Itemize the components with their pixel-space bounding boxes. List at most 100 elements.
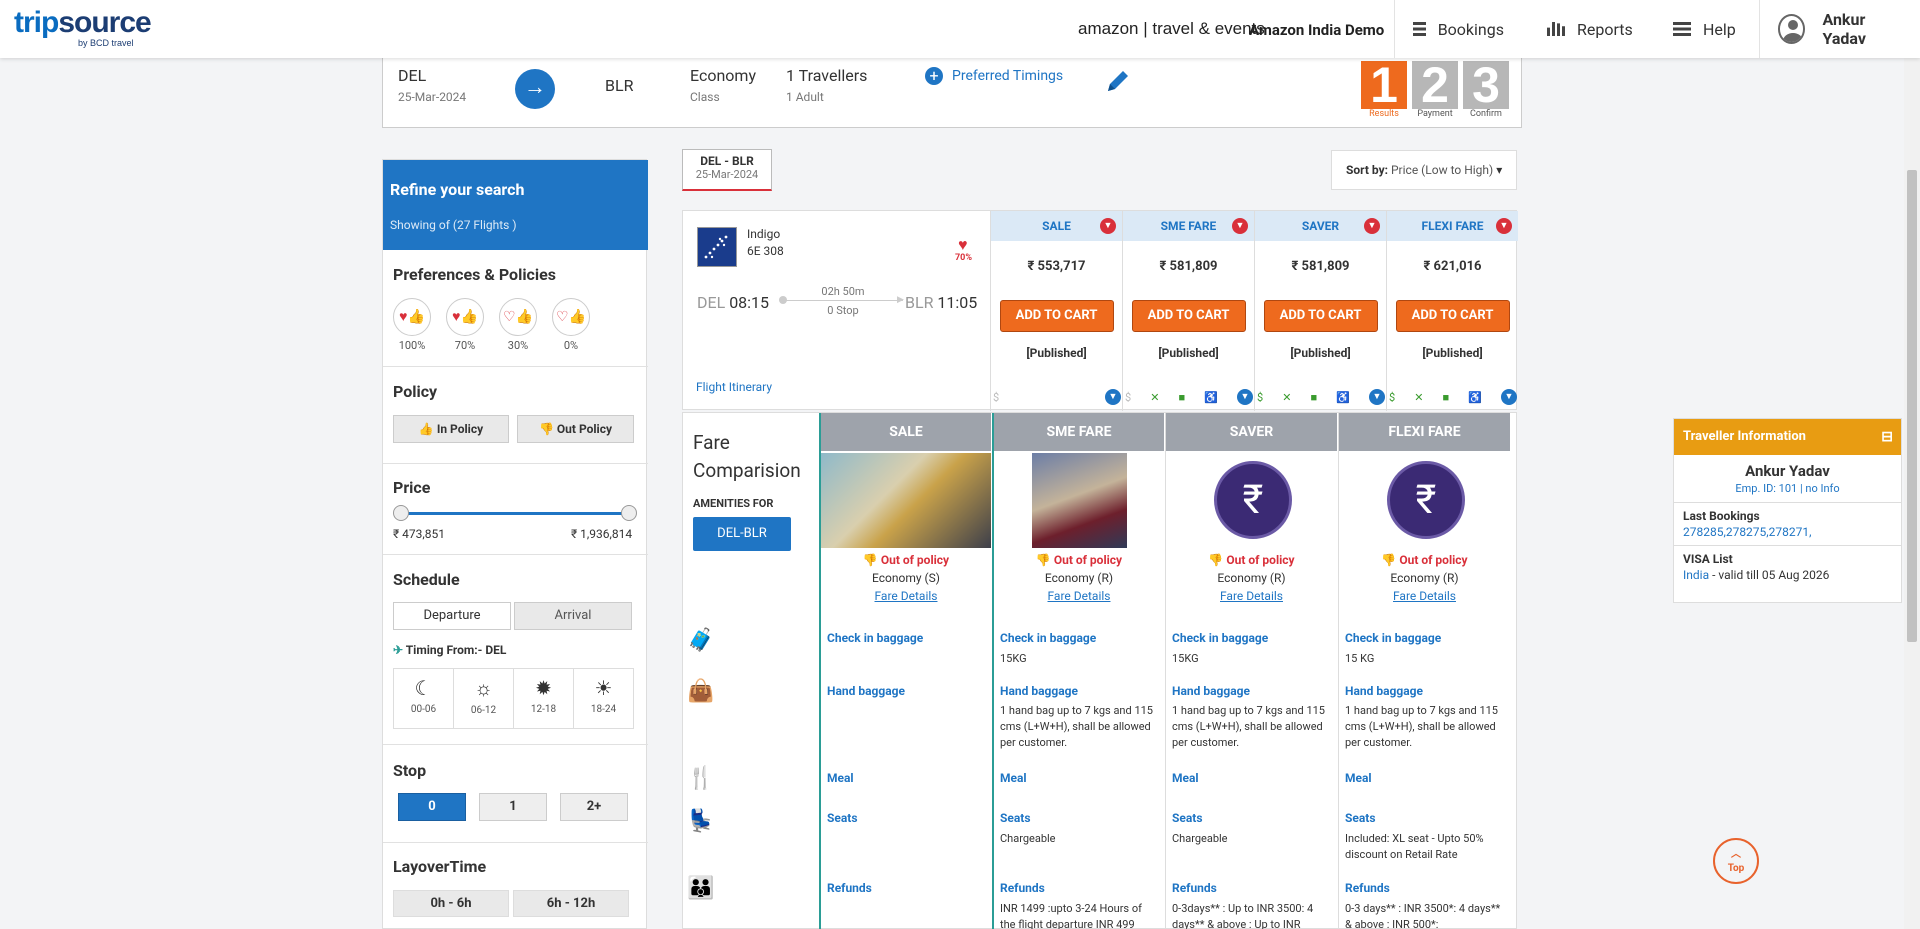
timing-18-24[interactable]: ☀ 18-24 (573, 668, 634, 729)
hand-value: 1 hand bag up to 7 kgs and 115 cms (L+W+… (1172, 704, 1325, 749)
stop-0-button[interactable]: 0 (398, 793, 466, 821)
price-title: Price (393, 478, 431, 497)
add-to-cart-button[interactable]: ADD TO CART (1263, 300, 1378, 332)
divider (383, 842, 648, 843)
fare-type: [Published] (1422, 346, 1483, 360)
cabin-photo (821, 453, 991, 548)
route-arrow: ▶ (897, 295, 904, 305)
route-line (783, 300, 903, 301)
collapse-icon[interactable]: ⊟ (1881, 419, 1893, 455)
price-max-handle[interactable] (621, 505, 637, 521)
fare-details-link[interactable]: Fare Details (821, 589, 991, 603)
layover-0-6-button[interactable]: 0h - 6h (393, 890, 509, 917)
divider (383, 463, 648, 464)
pref-100-icon[interactable]: ♥👍 (393, 298, 431, 336)
hand-heading: Hand baggage (1000, 684, 1078, 698)
out-policy-button[interactable]: 👎 Out Policy (517, 415, 634, 443)
bar-chart-icon (1547, 22, 1565, 36)
cabin-class: Economy (690, 66, 757, 85)
add-to-cart-button[interactable]: ADD TO CART (999, 300, 1114, 332)
layover-6-12-button[interactable]: 6h - 12h (513, 890, 629, 917)
route-button[interactable]: DEL-BLR (693, 517, 791, 551)
fare-saver: SAVER ▼ ₹ 581,809 ADD TO CART [Published]… (1254, 211, 1386, 411)
hand-heading: Hand baggage (1345, 684, 1423, 698)
bookings-menu[interactable]: Bookings (1394, 0, 1504, 58)
fare-price: ₹ 581,809 (1159, 259, 1218, 274)
scrollbar-thumb[interactable] (1907, 170, 1917, 642)
timing-00-06[interactable]: ☾ 00-06 (393, 668, 454, 729)
meal-icon: ✕ (1282, 390, 1292, 404)
employee-id: Emp. ID: 101 | no Info (1735, 482, 1840, 495)
preferred-timings-link[interactable]: + Preferred Timings (925, 67, 1063, 85)
departure-tab[interactable]: Departure (393, 602, 511, 630)
help-menu[interactable]: Help (1655, 0, 1755, 58)
plus-icon: + (925, 67, 943, 85)
schedule-title: Schedule (393, 570, 460, 589)
stop-2plus-button[interactable]: 2+ (560, 793, 628, 821)
amazon-travel-logo: amazon | travel & events (1078, 19, 1265, 38)
preferences-title: Preferences & Policies (393, 265, 556, 284)
stop-1-button[interactable]: 1 (479, 793, 547, 821)
price-slider-track[interactable] (403, 512, 628, 515)
user-menu[interactable]: Ankur Yadav (1759, 0, 1904, 58)
price-max: ₹ 1,936,814 (571, 527, 633, 541)
out-of-policy: 👎 Out of policy (1381, 553, 1468, 567)
checkin-heading: Check in baggage (1000, 631, 1097, 645)
arrival-tab[interactable]: Arrival (514, 602, 632, 630)
stop-title: Stop (393, 761, 427, 780)
meal-icon: ✕ (1150, 390, 1160, 404)
refunds-icon: 👪 (687, 876, 715, 901)
chevron-down-icon[interactable]: ▼ (1500, 389, 1517, 405)
rupee-icon: ₹ (1387, 461, 1465, 539)
seats-value: Chargeable (1172, 832, 1228, 845)
scroll-top-button[interactable]: ︿ Top (1713, 838, 1759, 884)
fare-details-link[interactable]: Fare Details (1166, 589, 1337, 603)
fare-price: ₹ 553,717 (1027, 259, 1086, 274)
top-header: tripsource by BCD travel amazon | travel… (0, 0, 1920, 58)
pref-30-icon[interactable]: ♡👍 (499, 298, 537, 336)
step-confirm: 3 Confirm (1463, 60, 1509, 119)
bag-icon: ■ (1178, 390, 1186, 404)
bag-icon: ■ (1310, 390, 1318, 404)
sort-dropdown[interactable]: Sort by: Price (Low to High) ▾ (1331, 150, 1517, 190)
timing-12-18[interactable]: ✹ 12-18 (513, 668, 574, 729)
chevron-down-icon[interactable]: ▼ (1105, 389, 1121, 405)
cabin-photo (1032, 453, 1127, 548)
in-policy-button[interactable]: 👍 In Policy (393, 415, 509, 443)
seats-heading: Seats (1172, 811, 1203, 825)
chevron-down-icon[interactable]: ▼ (1236, 389, 1253, 405)
add-to-cart-button[interactable]: ADD TO CART (1395, 300, 1510, 332)
cabin-class: Economy (R) (1217, 571, 1286, 585)
add-to-cart-button[interactable]: ADD TO CART (1131, 300, 1246, 332)
fare-details-link[interactable]: Fare Details (994, 589, 1164, 603)
dollar-icon: $ (1257, 390, 1264, 404)
refunds-heading: Refunds (1172, 881, 1217, 895)
fare-type: [Published] (1158, 346, 1219, 360)
price-min-handle[interactable] (393, 505, 409, 521)
hand-heading: Hand baggage (827, 684, 905, 698)
company-name: Amazon India Demo (1249, 21, 1385, 39)
tripsource-logo[interactable]: tripsource (14, 6, 152, 40)
seats-value: Included: XL seat - Upto 50% discount on… (1345, 832, 1484, 861)
meal-heading: Meal (1000, 771, 1027, 785)
reports-menu[interactable]: Reports (1529, 0, 1639, 58)
edit-search-icon[interactable] (1103, 66, 1133, 103)
seats-value: Chargeable (1000, 832, 1056, 845)
meal-heading: Meal (1345, 771, 1372, 785)
pref-label: 30% (507, 339, 529, 352)
refine-title: Refine your search (390, 180, 525, 199)
seat-icon: ♿ (1468, 390, 1482, 404)
refunds-heading: Refunds (1345, 881, 1390, 895)
price-min: ₹ 473,851 (393, 527, 446, 541)
timing-06-12[interactable]: ☼ 06-12 (453, 668, 514, 729)
page-scrollbar[interactable] (1904, 58, 1920, 929)
flight-itinerary-link[interactable]: Flight Itinerary (696, 380, 772, 394)
pref-0-icon[interactable]: ♡👍 (552, 298, 590, 336)
arrow-right-icon: → (515, 69, 555, 109)
last-bookings-links[interactable]: 278285,278275,278271, (1683, 525, 1892, 539)
seat-icon: ♿ (1204, 390, 1218, 404)
pref-70-icon[interactable]: ♥👍 (446, 298, 484, 336)
fare-details-link[interactable]: Fare Details (1339, 589, 1510, 603)
route-tab[interactable]: DEL - BLR 25-Mar-2024 (682, 149, 772, 191)
chevron-down-icon[interactable]: ▼ (1368, 389, 1385, 405)
